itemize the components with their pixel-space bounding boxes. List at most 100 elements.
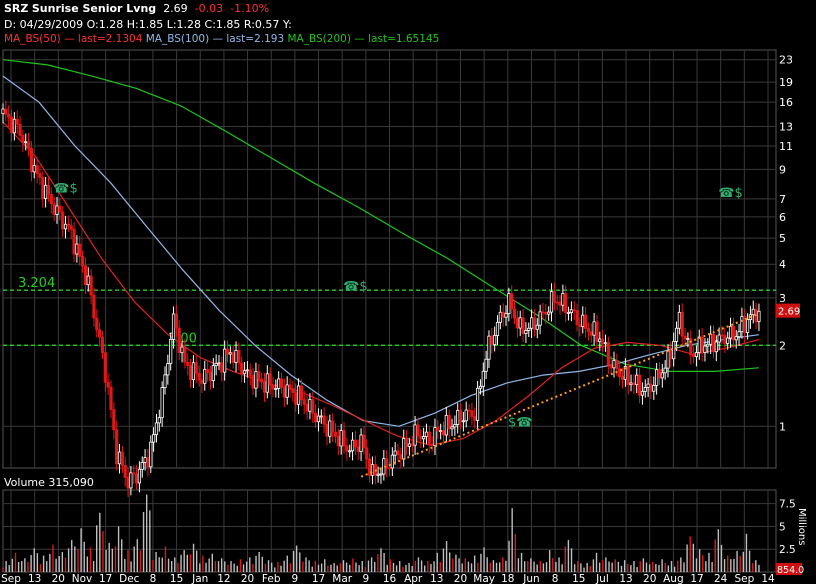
candle-body bbox=[694, 352, 699, 358]
candle-body bbox=[146, 457, 150, 468]
candle-body bbox=[348, 450, 352, 453]
candle-body bbox=[703, 345, 707, 353]
candle-body bbox=[95, 317, 99, 331]
candle-body bbox=[38, 173, 42, 178]
candle-body bbox=[504, 313, 508, 318]
candle-body bbox=[603, 342, 608, 345]
candle-body bbox=[595, 321, 599, 343]
candle-body bbox=[271, 384, 275, 390]
candle-body bbox=[581, 314, 585, 327]
price-volume-chart[interactable]: Sep 13 20 Nov 17 Dec 8 15 Jan 12 20 Feb 9 17 Mar 9 16 Apr… bbox=[0, 0, 816, 584]
candle-body bbox=[717, 334, 721, 343]
candle-body bbox=[106, 381, 110, 388]
candle-body bbox=[393, 450, 397, 456]
candle-body bbox=[211, 365, 215, 381]
candle-body bbox=[484, 358, 488, 372]
y-tick-label: 6 bbox=[779, 211, 786, 224]
candle-body bbox=[606, 342, 610, 365]
candle-body bbox=[629, 382, 633, 386]
x-tick-label: Jun bbox=[522, 573, 539, 584]
candle-body bbox=[288, 384, 292, 389]
candle-body bbox=[726, 337, 730, 344]
x-tick-label: 13 bbox=[430, 573, 443, 584]
candle-body bbox=[137, 468, 142, 484]
candle-body bbox=[666, 349, 670, 369]
volume-tick-label: 2.5 bbox=[779, 544, 796, 556]
x-tick-label: Dec bbox=[119, 573, 140, 584]
candle-body bbox=[737, 331, 741, 338]
y-tick-label: 7 bbox=[779, 193, 786, 206]
candle-body bbox=[467, 409, 471, 412]
y-tick-label: 9 bbox=[779, 163, 786, 176]
last-price-badge-label: 2.69 bbox=[778, 307, 800, 318]
candle-body bbox=[154, 422, 159, 436]
candle-body bbox=[186, 362, 190, 367]
y-tick-label: 11 bbox=[779, 140, 793, 153]
candle-body bbox=[481, 370, 485, 387]
candle-body bbox=[691, 354, 696, 358]
candle-body bbox=[9, 116, 14, 134]
candle-body bbox=[188, 365, 193, 381]
event-marker-icon: ☎$ bbox=[718, 186, 742, 201]
candle-body bbox=[436, 427, 440, 432]
candle-body bbox=[245, 369, 250, 372]
candle-body bbox=[441, 430, 446, 436]
candle-body bbox=[612, 360, 616, 369]
candle-body bbox=[453, 424, 457, 428]
candle-body bbox=[18, 123, 22, 136]
candle-body bbox=[132, 472, 136, 475]
candle-body bbox=[225, 348, 230, 355]
candle-body bbox=[478, 385, 483, 389]
candle-body bbox=[69, 225, 73, 230]
candle-body bbox=[314, 412, 318, 423]
y-tick-label: 2 bbox=[779, 339, 786, 352]
candle-body bbox=[240, 362, 244, 375]
candle-body bbox=[123, 465, 127, 478]
candle-body bbox=[601, 338, 605, 344]
candle-body bbox=[257, 371, 261, 380]
candle-body bbox=[663, 367, 667, 374]
candle-body bbox=[456, 410, 460, 425]
candle-body bbox=[174, 313, 178, 329]
candle-body bbox=[339, 430, 343, 447]
candle-body bbox=[35, 165, 39, 175]
volume-unit-label: Millions bbox=[796, 508, 807, 546]
candle-body bbox=[541, 311, 545, 314]
candle-body bbox=[535, 324, 539, 330]
candle-body bbox=[433, 427, 437, 446]
candle-body bbox=[89, 275, 93, 296]
candle-body bbox=[103, 352, 107, 383]
candle-body bbox=[609, 364, 613, 369]
candle-body bbox=[115, 429, 119, 465]
candle-body bbox=[197, 372, 201, 381]
x-tick-label: Mar bbox=[332, 573, 352, 584]
candle-body bbox=[248, 369, 252, 376]
candle-body bbox=[745, 319, 750, 333]
candle-body bbox=[336, 435, 340, 447]
candle-body bbox=[294, 392, 298, 405]
reference-line-label: 3.204 bbox=[18, 276, 55, 291]
x-tick-label: Sep bbox=[734, 573, 754, 584]
candle-body bbox=[387, 467, 392, 470]
candle-body bbox=[538, 311, 542, 326]
candle-body bbox=[404, 438, 409, 447]
candle-body bbox=[407, 443, 411, 447]
candle-body bbox=[487, 335, 491, 360]
candle-body bbox=[44, 184, 48, 199]
y-tick-label: 16 bbox=[779, 96, 793, 109]
candle-body bbox=[217, 362, 221, 365]
candle-body bbox=[274, 388, 278, 390]
candle-body bbox=[302, 399, 306, 405]
ma100-line bbox=[2, 75, 759, 427]
candle-body bbox=[510, 293, 514, 310]
candle-body bbox=[490, 335, 494, 345]
candle-body bbox=[177, 327, 181, 354]
candle-body bbox=[46, 184, 51, 195]
candle-body bbox=[515, 317, 519, 329]
x-tick-label: Aug bbox=[663, 573, 684, 584]
candle-body bbox=[331, 420, 335, 433]
candle-body bbox=[350, 439, 355, 452]
candle-body bbox=[86, 275, 90, 286]
candle-body bbox=[92, 294, 96, 319]
candle-body bbox=[220, 362, 224, 373]
